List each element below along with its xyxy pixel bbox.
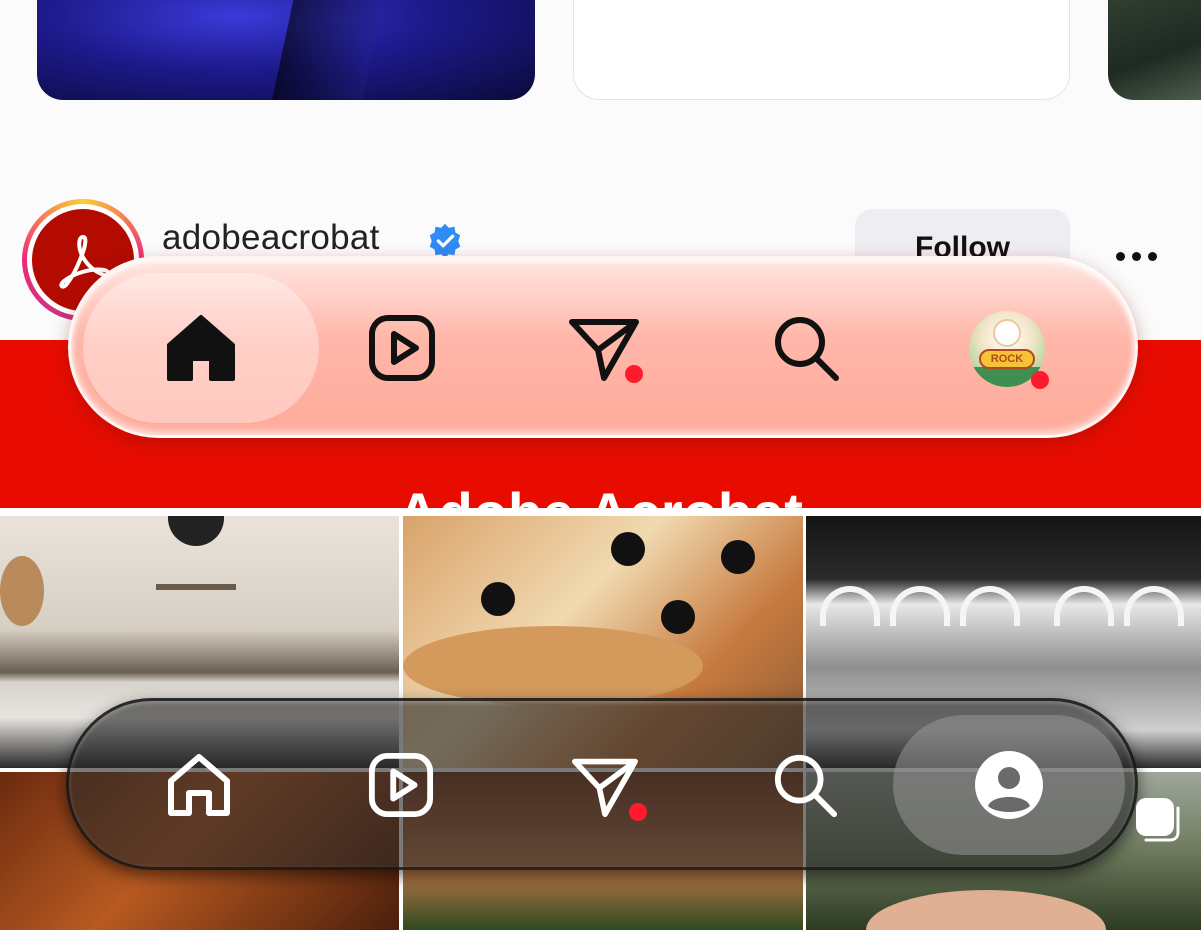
bottom-tab-bar-light: ROCK: [68, 256, 1138, 438]
verified-badge-icon: [429, 223, 461, 259]
notification-dot: [625, 365, 643, 383]
avatar-badge: ROCK: [979, 349, 1035, 369]
bottom-tab-bar-dark: [66, 698, 1138, 870]
reels-icon: [369, 315, 435, 381]
tab-profile[interactable]: ROCK: [967, 309, 1049, 389]
suggested-card[interactable]: [1108, 0, 1201, 100]
tab-reels[interactable]: [367, 313, 437, 383]
paw-icon: [993, 319, 1021, 347]
banner-title: Adobe Acrobat: [0, 480, 1201, 508]
tab-profile[interactable]: [973, 749, 1045, 821]
tab-messages[interactable]: [567, 313, 643, 383]
more-options-icon[interactable]: [1112, 248, 1164, 268]
multi-photo-icon: [1136, 798, 1180, 842]
tab-home[interactable]: [161, 311, 241, 385]
tab-messages[interactable]: [569, 753, 647, 821]
notification-dot: [1031, 371, 1049, 389]
home-icon: [168, 754, 230, 816]
notification-dot: [629, 803, 647, 821]
tab-home[interactable]: [163, 749, 235, 821]
divider: [0, 508, 1201, 516]
reels-icon: [368, 752, 434, 818]
profile-username[interactable]: adobeacrobat: [162, 218, 380, 258]
tab-search[interactable]: [771, 751, 841, 821]
suggested-card[interactable]: [573, 0, 1070, 100]
home-icon: [167, 315, 235, 381]
tab-search[interactable]: [771, 313, 843, 385]
search-icon: [775, 317, 839, 381]
top-screen: adobeacrobat Follow Adobe Acrobat: [0, 0, 1201, 508]
tab-reels[interactable]: [367, 751, 435, 819]
suggested-card[interactable]: [37, 0, 535, 100]
search-icon: [774, 754, 838, 818]
profile-icon: [975, 751, 1043, 819]
